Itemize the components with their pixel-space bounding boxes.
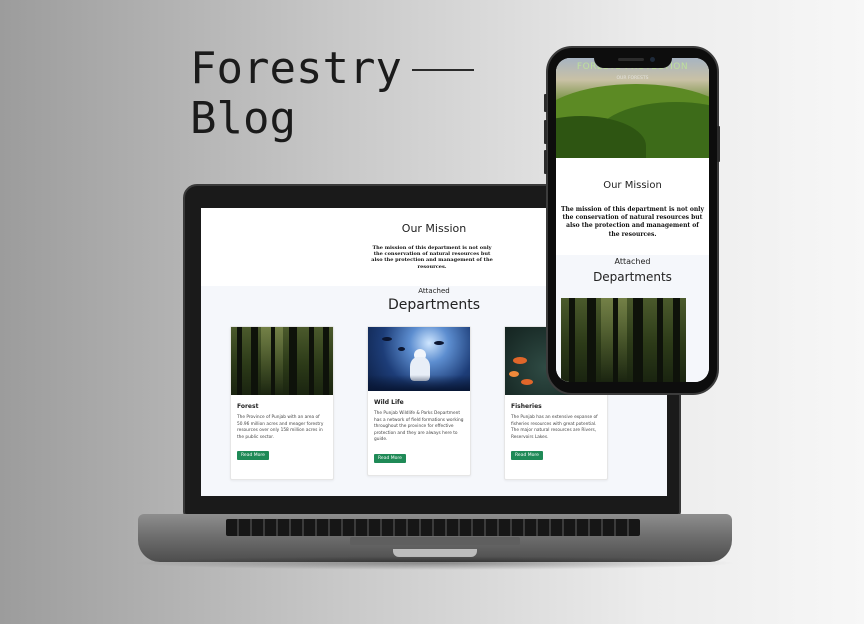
laptop-touchpad bbox=[350, 537, 520, 545]
tree-trunk bbox=[323, 327, 329, 395]
forest-image bbox=[561, 298, 686, 382]
tree-trunk bbox=[587, 298, 596, 382]
bat-shape bbox=[398, 347, 405, 351]
tree-trunk bbox=[657, 298, 663, 382]
hero-subtitle: OUR FORESTS bbox=[616, 76, 649, 81]
department-card-forest: Forest The Province of Punjab with an ar… bbox=[230, 326, 334, 480]
phone-volume-button bbox=[544, 120, 547, 144]
koi-fish bbox=[509, 371, 519, 377]
card-text: The Punjab has an extensive expanse of f… bbox=[511, 415, 598, 440]
tree-trunk bbox=[613, 298, 618, 382]
phone-camera bbox=[650, 57, 655, 62]
departments-title: Departments bbox=[593, 270, 672, 284]
wildlife-image bbox=[368, 327, 470, 391]
mission-text: The mission of this department is not on… bbox=[371, 245, 493, 270]
card-text: The Punjab Wildlife & Parks Department h… bbox=[374, 411, 464, 443]
mission-text: The mission of this department is not on… bbox=[561, 206, 704, 238]
read-more-button[interactable]: Read More bbox=[237, 451, 269, 461]
read-more-button[interactable]: Read More bbox=[511, 451, 543, 461]
card-title: Forest bbox=[237, 403, 259, 410]
read-more-button[interactable]: Read More bbox=[374, 453, 406, 463]
laptop-shadow bbox=[130, 556, 740, 570]
card-title: Fisheries bbox=[511, 403, 542, 410]
tree-trunk bbox=[289, 327, 297, 395]
tree-trunk bbox=[633, 298, 643, 382]
department-card-wildlife: Wild Life The Punjab Wildlife & Parks De… bbox=[367, 326, 471, 476]
headline-divider bbox=[412, 69, 474, 71]
phone-volume-button bbox=[544, 94, 547, 112]
laptop-keyboard bbox=[226, 519, 640, 536]
koi-fish bbox=[513, 357, 527, 364]
tree-trunk bbox=[309, 327, 314, 395]
koi-fish bbox=[521, 379, 533, 385]
card-title: Wild Life bbox=[374, 399, 404, 406]
headline: Forestry Blog bbox=[190, 44, 402, 144]
bat-shape bbox=[434, 341, 444, 345]
tree-trunk bbox=[271, 327, 275, 395]
mission-title: Our Mission bbox=[603, 180, 662, 191]
tree-trunk bbox=[251, 327, 258, 395]
tree-trunk bbox=[673, 298, 680, 382]
phone-volume-button bbox=[544, 150, 547, 174]
tree-trunk bbox=[569, 298, 575, 382]
headline-line-2: Blog bbox=[190, 93, 296, 144]
card-text: The Province of Punjab with an area of 5… bbox=[237, 415, 324, 440]
bat-shape bbox=[382, 337, 392, 341]
tree-trunk bbox=[237, 327, 242, 395]
phone-speaker bbox=[618, 58, 644, 61]
phone-power-button bbox=[717, 126, 720, 162]
headline-line-1: Forestry bbox=[190, 43, 402, 94]
ground-shadow bbox=[368, 375, 470, 391]
departments-eyebrow: Attached bbox=[614, 257, 651, 266]
phone-screen: FORESTS PROTECTION OUR FORESTS Our Missi… bbox=[556, 58, 709, 382]
hero-banner: FORESTS PROTECTION OUR FORESTS bbox=[556, 58, 709, 158]
forest-image bbox=[231, 327, 333, 395]
